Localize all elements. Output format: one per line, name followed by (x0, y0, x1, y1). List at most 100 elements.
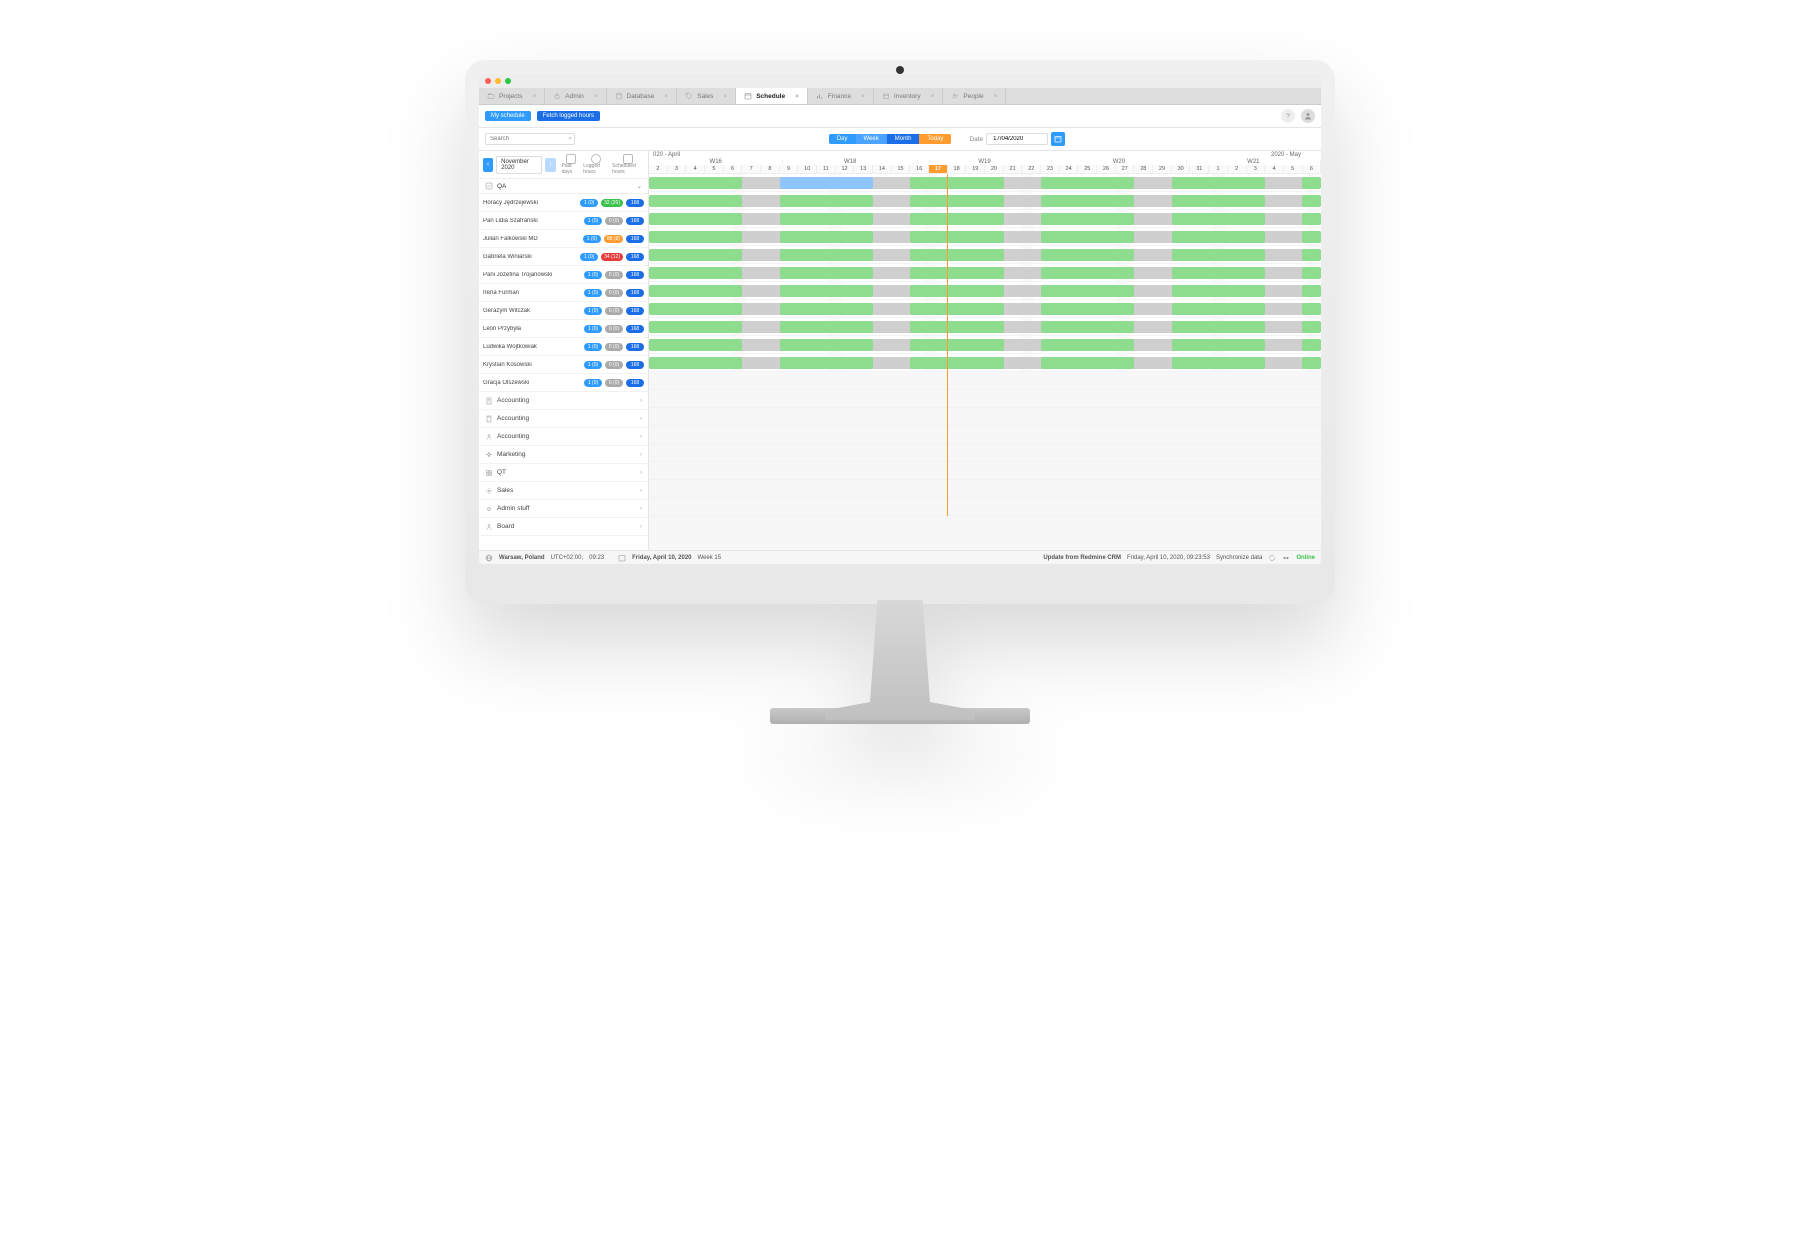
schedule-bar[interactable] (1302, 177, 1321, 189)
close-icon[interactable]: × (594, 93, 598, 100)
close-icon[interactable]: × (723, 93, 727, 100)
gantt-row[interactable] (649, 282, 1321, 300)
gantt-row[interactable] (649, 318, 1321, 336)
day-header[interactable]: 2 (1228, 165, 1247, 173)
day-header[interactable]: 28 (1134, 165, 1153, 173)
day-header[interactable]: 19 (966, 165, 985, 173)
schedule-bar[interactable] (1172, 321, 1265, 333)
tab-database[interactable]: Database× (607, 88, 678, 104)
seg-month[interactable]: Month (887, 134, 920, 144)
schedule-bar[interactable] (910, 267, 1003, 279)
day-header[interactable]: 6 (1303, 165, 1321, 173)
employee-row[interactable]: Pan Lidia Szafrański1 (0)0 (0)168 (479, 212, 648, 230)
employee-row[interactable]: Gabriela Winiarski1 (0)34 (12)168 (479, 248, 648, 266)
category-qt[interactable]: QT› (479, 464, 648, 482)
day-header[interactable]: 10 (798, 165, 817, 173)
tab-sales[interactable]: Sales× (677, 88, 736, 104)
month-selector[interactable]: November 2020 (496, 156, 542, 174)
gantt-row[interactable] (649, 336, 1321, 354)
schedule-bar[interactable] (780, 195, 873, 207)
employee-row[interactable]: Krystian Kosowski1 (0)0 (0)168 (479, 356, 648, 374)
day-header[interactable]: 5 (1284, 165, 1303, 173)
employee-row[interactable]: Horacy Jędrzejewski1 (0)32 (26)168 (479, 194, 648, 212)
schedule-bar[interactable] (649, 177, 742, 189)
day-header[interactable]: 29 (1153, 165, 1172, 173)
day-header[interactable]: 4 (1265, 165, 1284, 173)
schedule-bar[interactable] (1041, 213, 1134, 225)
day-header[interactable]: 14 (873, 165, 892, 173)
schedule-bar[interactable] (780, 231, 873, 243)
schedule-bar[interactable] (1172, 213, 1265, 225)
category-sales[interactable]: Sales› (479, 482, 648, 500)
schedule-bar[interactable] (649, 339, 742, 351)
employee-row[interactable]: Gerazym Witczak1 (0)0 (0)168 (479, 302, 648, 320)
day-header[interactable]: 11 (817, 165, 836, 173)
category-admin-stuff[interactable]: Admin stuff› (479, 500, 648, 518)
employee-row[interactable]: Leon Przybyła1 (0)0 (0)168 (479, 320, 648, 338)
schedule-bar[interactable] (1302, 285, 1321, 297)
schedule-bar[interactable] (780, 285, 873, 297)
day-header[interactable]: 21 (1004, 165, 1023, 173)
schedule-bar[interactable] (1041, 249, 1134, 261)
close-icon[interactable]: × (994, 93, 998, 100)
day-header[interactable]: 23 (1041, 165, 1060, 173)
category-accounting[interactable]: Accounting› (479, 428, 648, 446)
close-icon[interactable]: × (532, 93, 536, 100)
schedule-bar[interactable] (1172, 231, 1265, 243)
category-accounting[interactable]: Accounting› (479, 392, 648, 410)
schedule-bar[interactable] (910, 285, 1003, 297)
date-input[interactable] (986, 133, 1048, 145)
schedule-bar[interactable] (1041, 267, 1134, 279)
schedule-bar[interactable] (649, 231, 742, 243)
schedule-bar[interactable] (1302, 249, 1321, 261)
refresh-icon[interactable] (1268, 554, 1276, 562)
schedule-bar[interactable] (1302, 213, 1321, 225)
day-header[interactable]: 26 (1097, 165, 1116, 173)
schedule-bar[interactable] (649, 303, 742, 315)
day-header[interactable]: 2 (649, 165, 668, 173)
schedule-bar[interactable] (1302, 267, 1321, 279)
employee-row[interactable]: Gracja Olszewski1 (0)0 (0)168 (479, 374, 648, 392)
day-header[interactable]: 9 (780, 165, 799, 173)
gantt-row[interactable] (649, 174, 1321, 192)
search-input[interactable] (485, 133, 575, 145)
day-header[interactable]: 22 (1022, 165, 1041, 173)
employee-row[interactable]: Irena Furman1 (0)0 (0)168 (479, 284, 648, 302)
close-window[interactable] (485, 78, 491, 84)
tab-finance[interactable]: Finance× (808, 88, 874, 104)
gantt-row[interactable] (649, 210, 1321, 228)
day-header[interactable]: 8 (761, 165, 780, 173)
schedule-bar[interactable] (1172, 285, 1265, 297)
category-accounting[interactable]: Accounting› (479, 410, 648, 428)
schedule-bar[interactable] (1041, 285, 1134, 297)
day-header[interactable]: 27 (1116, 165, 1135, 173)
gantt-row[interactable] (649, 354, 1321, 372)
employee-row[interactable]: Ludwika Wojtkowiak1 (0)0 (0)168 (479, 338, 648, 356)
schedule-bar[interactable] (1041, 321, 1134, 333)
day-header[interactable]: 25 (1078, 165, 1097, 173)
day-header[interactable]: 31 (1190, 165, 1209, 173)
next-month[interactable]: › (545, 158, 555, 172)
schedule-bar[interactable] (1041, 303, 1134, 315)
day-header[interactable]: 5 (705, 165, 724, 173)
day-header[interactable]: 24 (1060, 165, 1079, 173)
close-icon[interactable]: × (931, 93, 935, 100)
category-board[interactable]: Board› (479, 518, 648, 536)
gantt-row[interactable] (649, 300, 1321, 318)
tab-admin[interactable]: Admin× (545, 88, 606, 104)
schedule-bar[interactable] (910, 357, 1003, 369)
employee-row[interactable]: Julian Falkowski MD1 (0)88 (8)168 (479, 230, 648, 248)
tab-people[interactable]: People× (943, 88, 1006, 104)
schedule-bar[interactable] (910, 213, 1003, 225)
gantt-row[interactable] (649, 264, 1321, 282)
tab-inventory[interactable]: Inventory× (874, 88, 944, 104)
schedule-bar[interactable] (1041, 195, 1134, 207)
prev-month[interactable]: ‹ (483, 158, 493, 172)
schedule-bar[interactable] (780, 339, 873, 351)
calendar-picker-icon[interactable] (1051, 132, 1065, 146)
day-header[interactable]: 4 (686, 165, 705, 173)
minimize-window[interactable] (495, 78, 501, 84)
day-header[interactable]: 15 (892, 165, 911, 173)
schedule-bar[interactable] (780, 303, 873, 315)
schedule-bar[interactable] (1172, 339, 1265, 351)
